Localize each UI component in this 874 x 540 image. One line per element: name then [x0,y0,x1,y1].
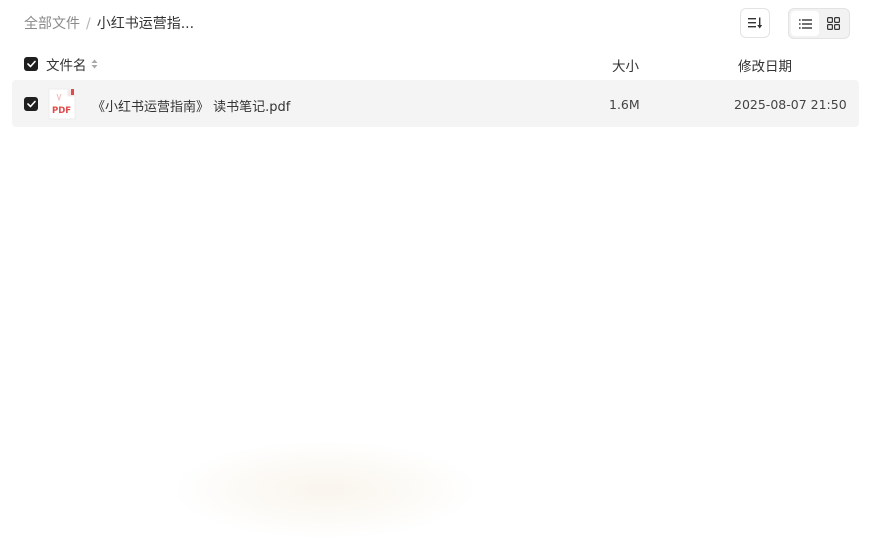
breadcrumb: 全部文件 / 小红书运营指... [24,15,194,33]
checkmark-icon [26,60,36,68]
sort-button[interactable] [740,8,770,38]
select-all-checkbox[interactable] [24,57,38,71]
file-modified-date: 2025-08-07 21:50 [734,97,847,112]
file-browser: 全部文件 / 小红书运营指... 文件名 大小 修改日期 PDF 《小红书运营指… [0,0,874,540]
column-header-name[interactable]: 文件名 [46,54,98,74]
sort-list-icon [748,17,762,29]
list-view-icon [798,18,812,29]
table-header: 文件名 大小 修改日期 [0,52,874,76]
breadcrumb-root-link[interactable]: 全部文件 [24,15,80,33]
grid-view-icon [826,17,840,30]
background-glow [170,440,480,540]
column-header-date[interactable]: 修改日期 [738,55,792,75]
grid-view-button[interactable] [819,11,847,36]
column-header-size[interactable]: 大小 [612,55,639,75]
column-header-name-label: 文件名 [46,58,87,74]
checkmark-icon [26,100,36,108]
breadcrumb-separator: / [86,16,91,32]
row-checkbox[interactable] [24,97,38,111]
list-view-button[interactable] [791,11,819,36]
breadcrumb-current-folder: 小红书运营指... [96,16,195,32]
file-size: 1.6M [609,97,640,112]
file-name[interactable]: 《小红书运营指南》 读书笔记.pdf [92,96,290,115]
pdf-icon-label: PDF [52,106,71,116]
view-toggle [788,8,850,39]
table-row[interactable]: PDF 《小红书运营指南》 读书笔记.pdf 1.6M 2025-08-07 2… [12,80,859,127]
sort-arrows-icon [91,59,98,69]
pdf-file-icon: PDF [48,88,76,120]
